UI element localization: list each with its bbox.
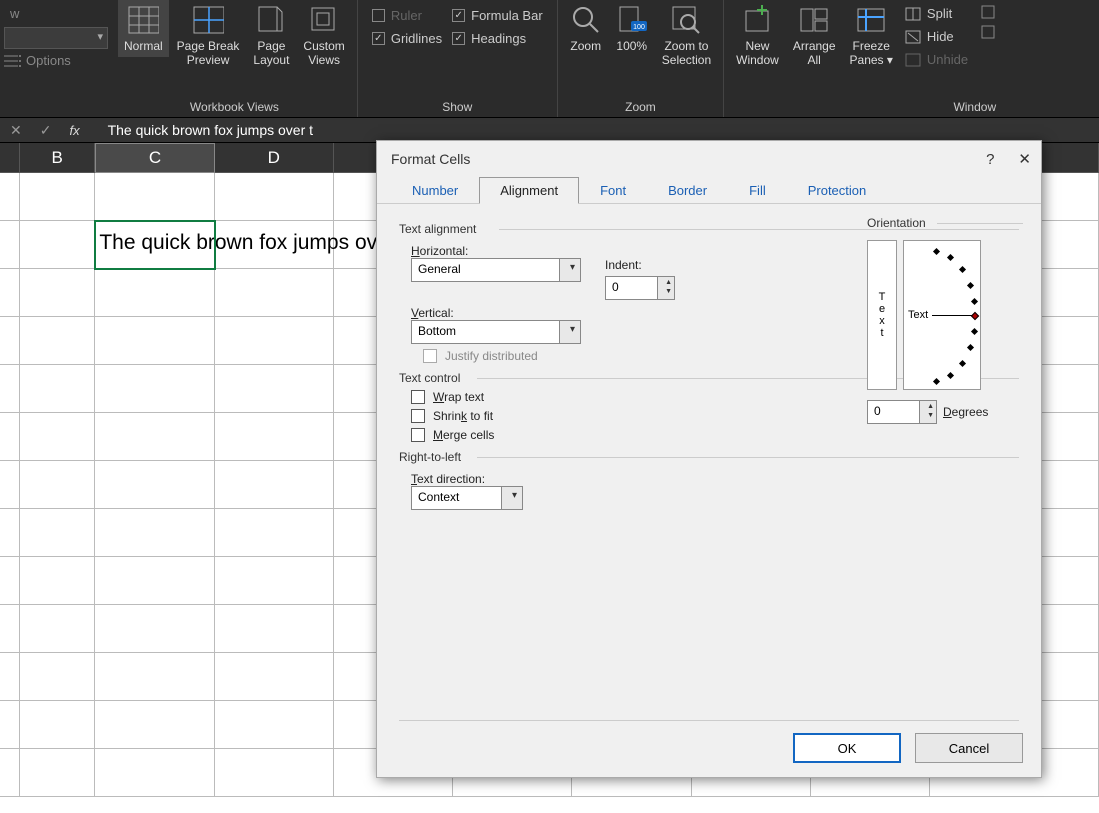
rtl-group: Right-to-left	[399, 450, 1019, 464]
help-icon[interactable]: ?	[986, 151, 994, 168]
group-label: Show	[442, 100, 472, 114]
group-window: New Window Arrange All * Freeze Panes ▾ …	[724, 0, 1006, 117]
col-header[interactable]	[0, 143, 20, 173]
zoom-combo[interactable]	[4, 27, 108, 49]
freeze-panes-icon: *	[855, 4, 887, 36]
tab-border[interactable]: Border	[647, 177, 728, 204]
divider	[399, 720, 1019, 721]
tab-protection[interactable]: Protection	[787, 177, 888, 204]
more-icon-2[interactable]	[980, 24, 1000, 40]
magnifier-icon	[570, 4, 602, 36]
zoom-selection-button[interactable]: Zoom to Selection	[656, 0, 717, 71]
normal-view-button[interactable]: Normal	[118, 0, 169, 57]
cancel-icon[interactable]: ✕	[10, 122, 22, 139]
svg-text:100: 100	[633, 24, 645, 31]
custom-views-icon	[308, 4, 340, 36]
col-header-c[interactable]: C	[95, 143, 214, 173]
new-window-icon	[741, 4, 773, 36]
dialog-tabs: Number Alignment Font Border Fill Protec…	[377, 177, 1041, 204]
tab-alignment[interactable]: Alignment	[479, 177, 579, 204]
dialog-body: Text alignment Horizontal: General Inden…	[377, 203, 1041, 777]
arrange-all-icon	[798, 4, 830, 36]
ribbon: w Options Normal Page Break Preview Page…	[0, 0, 1099, 117]
zoom-button[interactable]: Zoom	[564, 0, 608, 57]
tab-font[interactable]: Font	[579, 177, 647, 204]
ruler-checkbox: Ruler	[368, 6, 446, 25]
page-break-icon	[192, 4, 224, 36]
orientation-vertical-button[interactable]: Text	[867, 240, 897, 390]
freeze-panes-button[interactable]: * Freeze Panes ▾	[844, 0, 899, 71]
unhide-button: Unhide	[901, 50, 972, 69]
split-button[interactable]: Split	[901, 4, 972, 23]
enter-icon[interactable]: ✓	[40, 122, 52, 139]
orientation-group: Orientation Text Text	[867, 216, 1023, 424]
orientation-dial[interactable]: Text	[903, 240, 981, 390]
indent-spinner[interactable]: 0▲▼	[605, 276, 675, 300]
formula-input[interactable]: The quick brown fox jumps over t	[90, 122, 313, 138]
degrees-spinner[interactable]: 0▲▼	[867, 400, 937, 424]
page-break-preview-button[interactable]: Page Break Preview	[171, 0, 246, 71]
col-header-b[interactable]: B	[20, 143, 96, 173]
unhide-icon	[905, 53, 921, 67]
ok-button[interactable]: OK	[793, 733, 901, 763]
merge-cells-checkbox[interactable]: Merge cells	[411, 428, 1019, 442]
group-label: Window	[953, 100, 996, 114]
group-show: Ruler Gridlines Formula Bar Headings Sho…	[358, 0, 558, 117]
group-zoom: Zoom 100 100% Zoom to Selection Zoom	[558, 0, 724, 117]
hide-button[interactable]: Hide	[901, 27, 972, 46]
dialog-titlebar[interactable]: Format Cells ? ✕	[377, 141, 1041, 177]
hide-icon	[905, 30, 921, 44]
group-workbook-views: Normal Page Break Preview Page Layout Cu…	[112, 0, 358, 117]
cell-text: The quick brown fox jumps over the lazy …	[95, 221, 214, 265]
ribbon-left: w Options	[0, 0, 112, 117]
text-direction-combo[interactable]: Context	[411, 486, 523, 510]
horizontal-combo[interactable]: General	[411, 258, 581, 282]
close-icon[interactable]: ✕	[1018, 150, 1031, 168]
tab-fill[interactable]: Fill	[728, 177, 787, 204]
group-label: Zoom	[625, 100, 656, 114]
cancel-button[interactable]: Cancel	[915, 733, 1023, 763]
options-label: Options	[26, 53, 71, 68]
page-layout-button[interactable]: Page Layout	[247, 0, 295, 71]
group-label: Workbook Views	[190, 100, 279, 114]
page-layout-icon	[255, 4, 287, 36]
format-cells-dialog: Format Cells ? ✕ Number Alignment Font B…	[376, 140, 1042, 778]
zoom-100-button[interactable]: 100 100%	[610, 0, 654, 57]
gridlines-checkbox[interactable]: Gridlines	[368, 29, 446, 48]
list-icon	[4, 55, 20, 67]
col-header-d[interactable]: D	[215, 143, 334, 173]
arrange-all-button[interactable]: Arrange All	[787, 0, 842, 71]
selected-cell[interactable]: The quick brown fox jumps over the lazy …	[95, 221, 215, 269]
zoom-selection-icon	[670, 4, 702, 36]
headings-checkbox[interactable]: Headings	[448, 29, 547, 48]
formula-bar-checkbox[interactable]: Formula Bar	[448, 6, 547, 25]
normal-view-icon	[127, 4, 159, 36]
dialog-title: Format Cells	[391, 151, 470, 167]
svg-text:*: *	[876, 5, 880, 10]
more-icon[interactable]	[980, 4, 1000, 20]
vertical-combo[interactable]: Bottom	[411, 320, 581, 344]
custom-views-button[interactable]: Custom Views	[297, 0, 350, 71]
fx-icon[interactable]: fx	[69, 123, 79, 138]
new-window-button[interactable]: New Window	[730, 0, 785, 71]
tab-number[interactable]: Number	[391, 177, 479, 204]
zoom-100-icon: 100	[616, 4, 648, 36]
ribbon-small-button[interactable]: w	[4, 4, 108, 23]
options-button[interactable]: Options	[4, 53, 108, 68]
split-icon	[905, 7, 921, 21]
